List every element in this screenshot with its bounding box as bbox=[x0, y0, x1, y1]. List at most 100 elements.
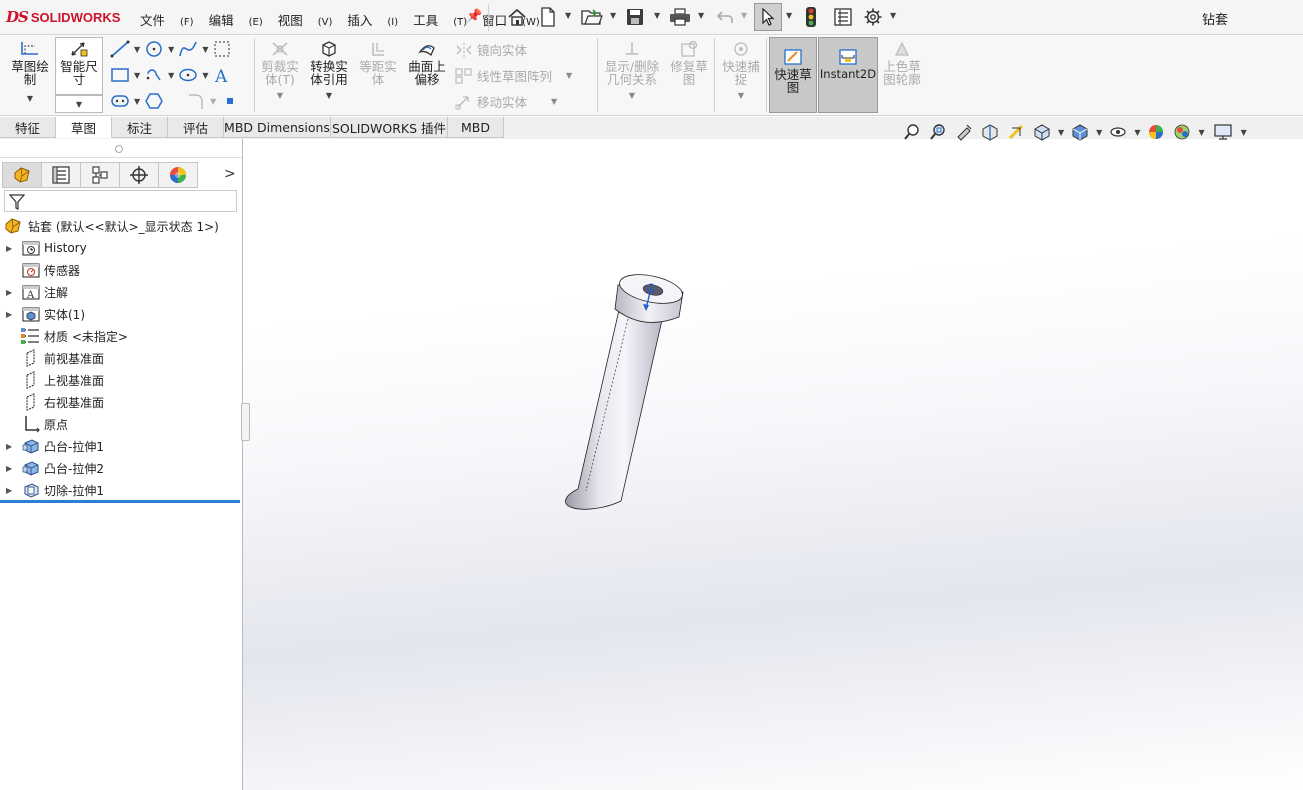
panel-collapse-handle[interactable] bbox=[241, 403, 250, 441]
spline-dropdown-icon[interactable]: ▼ bbox=[202, 45, 208, 54]
view-orientation-dropdown-icon[interactable]: ▼ bbox=[1058, 128, 1064, 137]
menu-tools[interactable]: 工具 (T) bbox=[413, 10, 467, 29]
solidworks-logo[interactable]: DS SOLIDWORKS bbox=[6, 8, 120, 26]
rectangle-dropdown-icon[interactable]: ▼ bbox=[134, 71, 140, 80]
rectangle-icon[interactable] bbox=[110, 66, 130, 84]
offset-entities-button[interactable]: 等距实 体 bbox=[356, 38, 400, 86]
tab-markup[interactable]: 标注 bbox=[112, 117, 168, 138]
relations-dropdown-icon[interactable]: ▼ bbox=[601, 89, 663, 102]
display-style-dropdown-icon[interactable]: ▼ bbox=[1096, 128, 1102, 137]
tab-mbd-dimensions[interactable]: MBD Dimensions bbox=[224, 117, 331, 138]
zoom-to-area-icon[interactable] bbox=[928, 122, 948, 142]
save-dropdown-icon[interactable]: ▼ bbox=[654, 11, 660, 20]
tab-dimxpert-manager[interactable] bbox=[119, 162, 159, 188]
sketch-fillet-icon[interactable] bbox=[186, 92, 206, 110]
hide-show-dropdown-icon[interactable]: ▼ bbox=[1134, 128, 1140, 137]
tab-solidworks-addins[interactable]: SOLIDWORKS 插件 bbox=[331, 117, 448, 138]
options-dropdown-icon[interactable]: ▼ bbox=[890, 11, 896, 20]
expand-arrow-icon[interactable]: ▶ bbox=[6, 244, 20, 253]
straight-slot-icon[interactable] bbox=[110, 92, 130, 110]
pin-icon[interactable]: 📌 bbox=[466, 9, 482, 24]
home-icon[interactable] bbox=[506, 5, 528, 29]
point-icon[interactable] bbox=[220, 92, 240, 110]
tree-item-cut-extrude1[interactable]: ▶ 切除-拉伸1 bbox=[6, 479, 104, 501]
apply-scene-icon[interactable] bbox=[1172, 122, 1192, 142]
rollback-bar[interactable] bbox=[0, 500, 240, 503]
tab-features[interactable]: 特征 bbox=[0, 117, 56, 138]
tab-evaluate[interactable]: 评估 bbox=[168, 117, 224, 138]
new-document-icon[interactable] bbox=[538, 5, 558, 29]
new-dropdown-icon[interactable]: ▼ bbox=[565, 11, 571, 20]
chevron-right-icon[interactable]: > bbox=[224, 166, 236, 182]
tab-mbd[interactable]: MBD bbox=[448, 117, 504, 138]
line-icon[interactable] bbox=[110, 40, 130, 58]
trim-dropdown-icon[interactable]: ▼ bbox=[258, 89, 302, 102]
sketch-dropdown-icon[interactable]: ▼ bbox=[8, 92, 52, 105]
menu-edit[interactable]: 编辑 (E) bbox=[209, 10, 263, 29]
graphics-area[interactable] bbox=[243, 139, 1303, 790]
expand-arrow-icon[interactable]: ▶ bbox=[6, 464, 20, 473]
ellipse-icon[interactable] bbox=[178, 66, 198, 84]
hide-show-items-icon[interactable] bbox=[1108, 122, 1128, 142]
fillet-dropdown-icon[interactable]: ▼ bbox=[210, 97, 216, 106]
tree-item-solid-bodies[interactable]: ▶ 实体(1) bbox=[6, 303, 85, 325]
polygon-icon[interactable] bbox=[144, 92, 164, 110]
view-orientation-icon[interactable] bbox=[1032, 122, 1052, 142]
tree-item-material[interactable]: 材质 <未指定> bbox=[6, 325, 128, 347]
pattern-dropdown-icon[interactable]: ▼ bbox=[566, 71, 572, 80]
undo-dropdown-icon[interactable]: ▼ bbox=[741, 11, 747, 20]
expand-arrow-icon[interactable]: ▶ bbox=[6, 288, 20, 297]
arc-dropdown-icon[interactable]: ▼ bbox=[168, 71, 174, 80]
menu-file[interactable]: 文件 (F) bbox=[140, 10, 194, 29]
instant2d-button[interactable]: Instant2D bbox=[818, 37, 878, 113]
linear-pattern-button[interactable]: 线性草图阵列 ▼ bbox=[455, 66, 572, 85]
print-dropdown-icon[interactable]: ▼ bbox=[698, 11, 704, 20]
tree-root-part[interactable]: 钻套 (默认<<默认>_显示状态 1>) bbox=[4, 217, 219, 235]
view-settings-dropdown-icon[interactable]: ▼ bbox=[1241, 128, 1247, 137]
expand-arrow-icon[interactable]: ▶ bbox=[6, 442, 20, 451]
quick-snap-dropdown-icon[interactable]: ▼ bbox=[718, 89, 764, 102]
open-dropdown-icon[interactable]: ▼ bbox=[610, 11, 616, 20]
tree-item-boss-extrude2[interactable]: ▶ 凸台-拉伸2 bbox=[6, 457, 104, 479]
options-gear-icon[interactable] bbox=[862, 5, 884, 29]
tree-item-origin[interactable]: 原点 bbox=[6, 413, 68, 435]
drill-bushing-model[interactable] bbox=[243, 139, 1303, 790]
ellipse-dropdown-icon[interactable]: ▼ bbox=[202, 71, 208, 80]
filter-icon[interactable] bbox=[9, 193, 25, 211]
expand-arrow-icon[interactable]: ▶ bbox=[6, 310, 20, 319]
tab-feature-tree[interactable] bbox=[2, 162, 42, 188]
move-entities-button[interactable]: 移动实体 ▼ bbox=[455, 92, 557, 111]
previous-view-icon[interactable] bbox=[954, 122, 974, 142]
convert-dropdown-icon[interactable]: ▼ bbox=[306, 89, 352, 102]
quick-snaps-button[interactable]: 快速捕 捉 ▼ bbox=[718, 38, 764, 102]
edit-appearance-icon[interactable] bbox=[1146, 122, 1166, 142]
trim-entities-button[interactable]: 剪裁实 体(T) ▼ bbox=[258, 38, 302, 102]
select-dropdown-icon[interactable]: ▼ bbox=[786, 11, 792, 20]
slot-dropdown-icon[interactable]: ▼ bbox=[134, 97, 140, 106]
text-icon[interactable]: A bbox=[212, 66, 232, 84]
move-dropdown-icon[interactable]: ▼ bbox=[551, 97, 557, 106]
apply-scene-dropdown-icon[interactable]: ▼ bbox=[1198, 128, 1204, 137]
smart-dimension-dropdown[interactable]: ▼ bbox=[55, 95, 103, 113]
display-style-icon[interactable] bbox=[1070, 122, 1090, 142]
panel-grip-icon[interactable] bbox=[115, 145, 123, 153]
repair-sketch-button[interactable]: 修复草 图 bbox=[667, 38, 711, 86]
display-relations-button[interactable]: 显示/删除 几何关系 ▼ bbox=[601, 38, 663, 102]
zoom-to-fit-icon[interactable] bbox=[902, 122, 922, 142]
smart-dimension-button[interactable]: 智能尺 寸 bbox=[55, 37, 103, 95]
tree-item-top-plane[interactable]: 上视基准面 bbox=[6, 369, 104, 391]
tab-sketch[interactable]: 草图 bbox=[56, 117, 112, 138]
slot-icon[interactable] bbox=[144, 66, 164, 84]
shaded-sketch-contours-button[interactable]: 上色草 图轮廓 bbox=[880, 38, 924, 86]
mirror-entities-button[interactable]: 镜向实体 bbox=[455, 40, 527, 59]
view-settings-monitor-icon[interactable] bbox=[1211, 122, 1235, 142]
convert-entities-button[interactable]: 转换实 体引用 ▼ bbox=[306, 38, 352, 102]
tree-item-history[interactable]: ▶ History bbox=[6, 237, 87, 259]
line-dropdown-icon[interactable]: ▼ bbox=[134, 45, 140, 54]
tab-display-manager[interactable] bbox=[158, 162, 198, 188]
dynamic-annotation-views-icon[interactable] bbox=[1006, 122, 1026, 142]
print-icon[interactable] bbox=[668, 5, 692, 29]
rapid-sketch-button[interactable]: 快速草 图 bbox=[769, 37, 817, 113]
select-cursor-icon[interactable] bbox=[754, 3, 782, 31]
menu-view[interactable]: 视图 (V) bbox=[278, 10, 333, 29]
